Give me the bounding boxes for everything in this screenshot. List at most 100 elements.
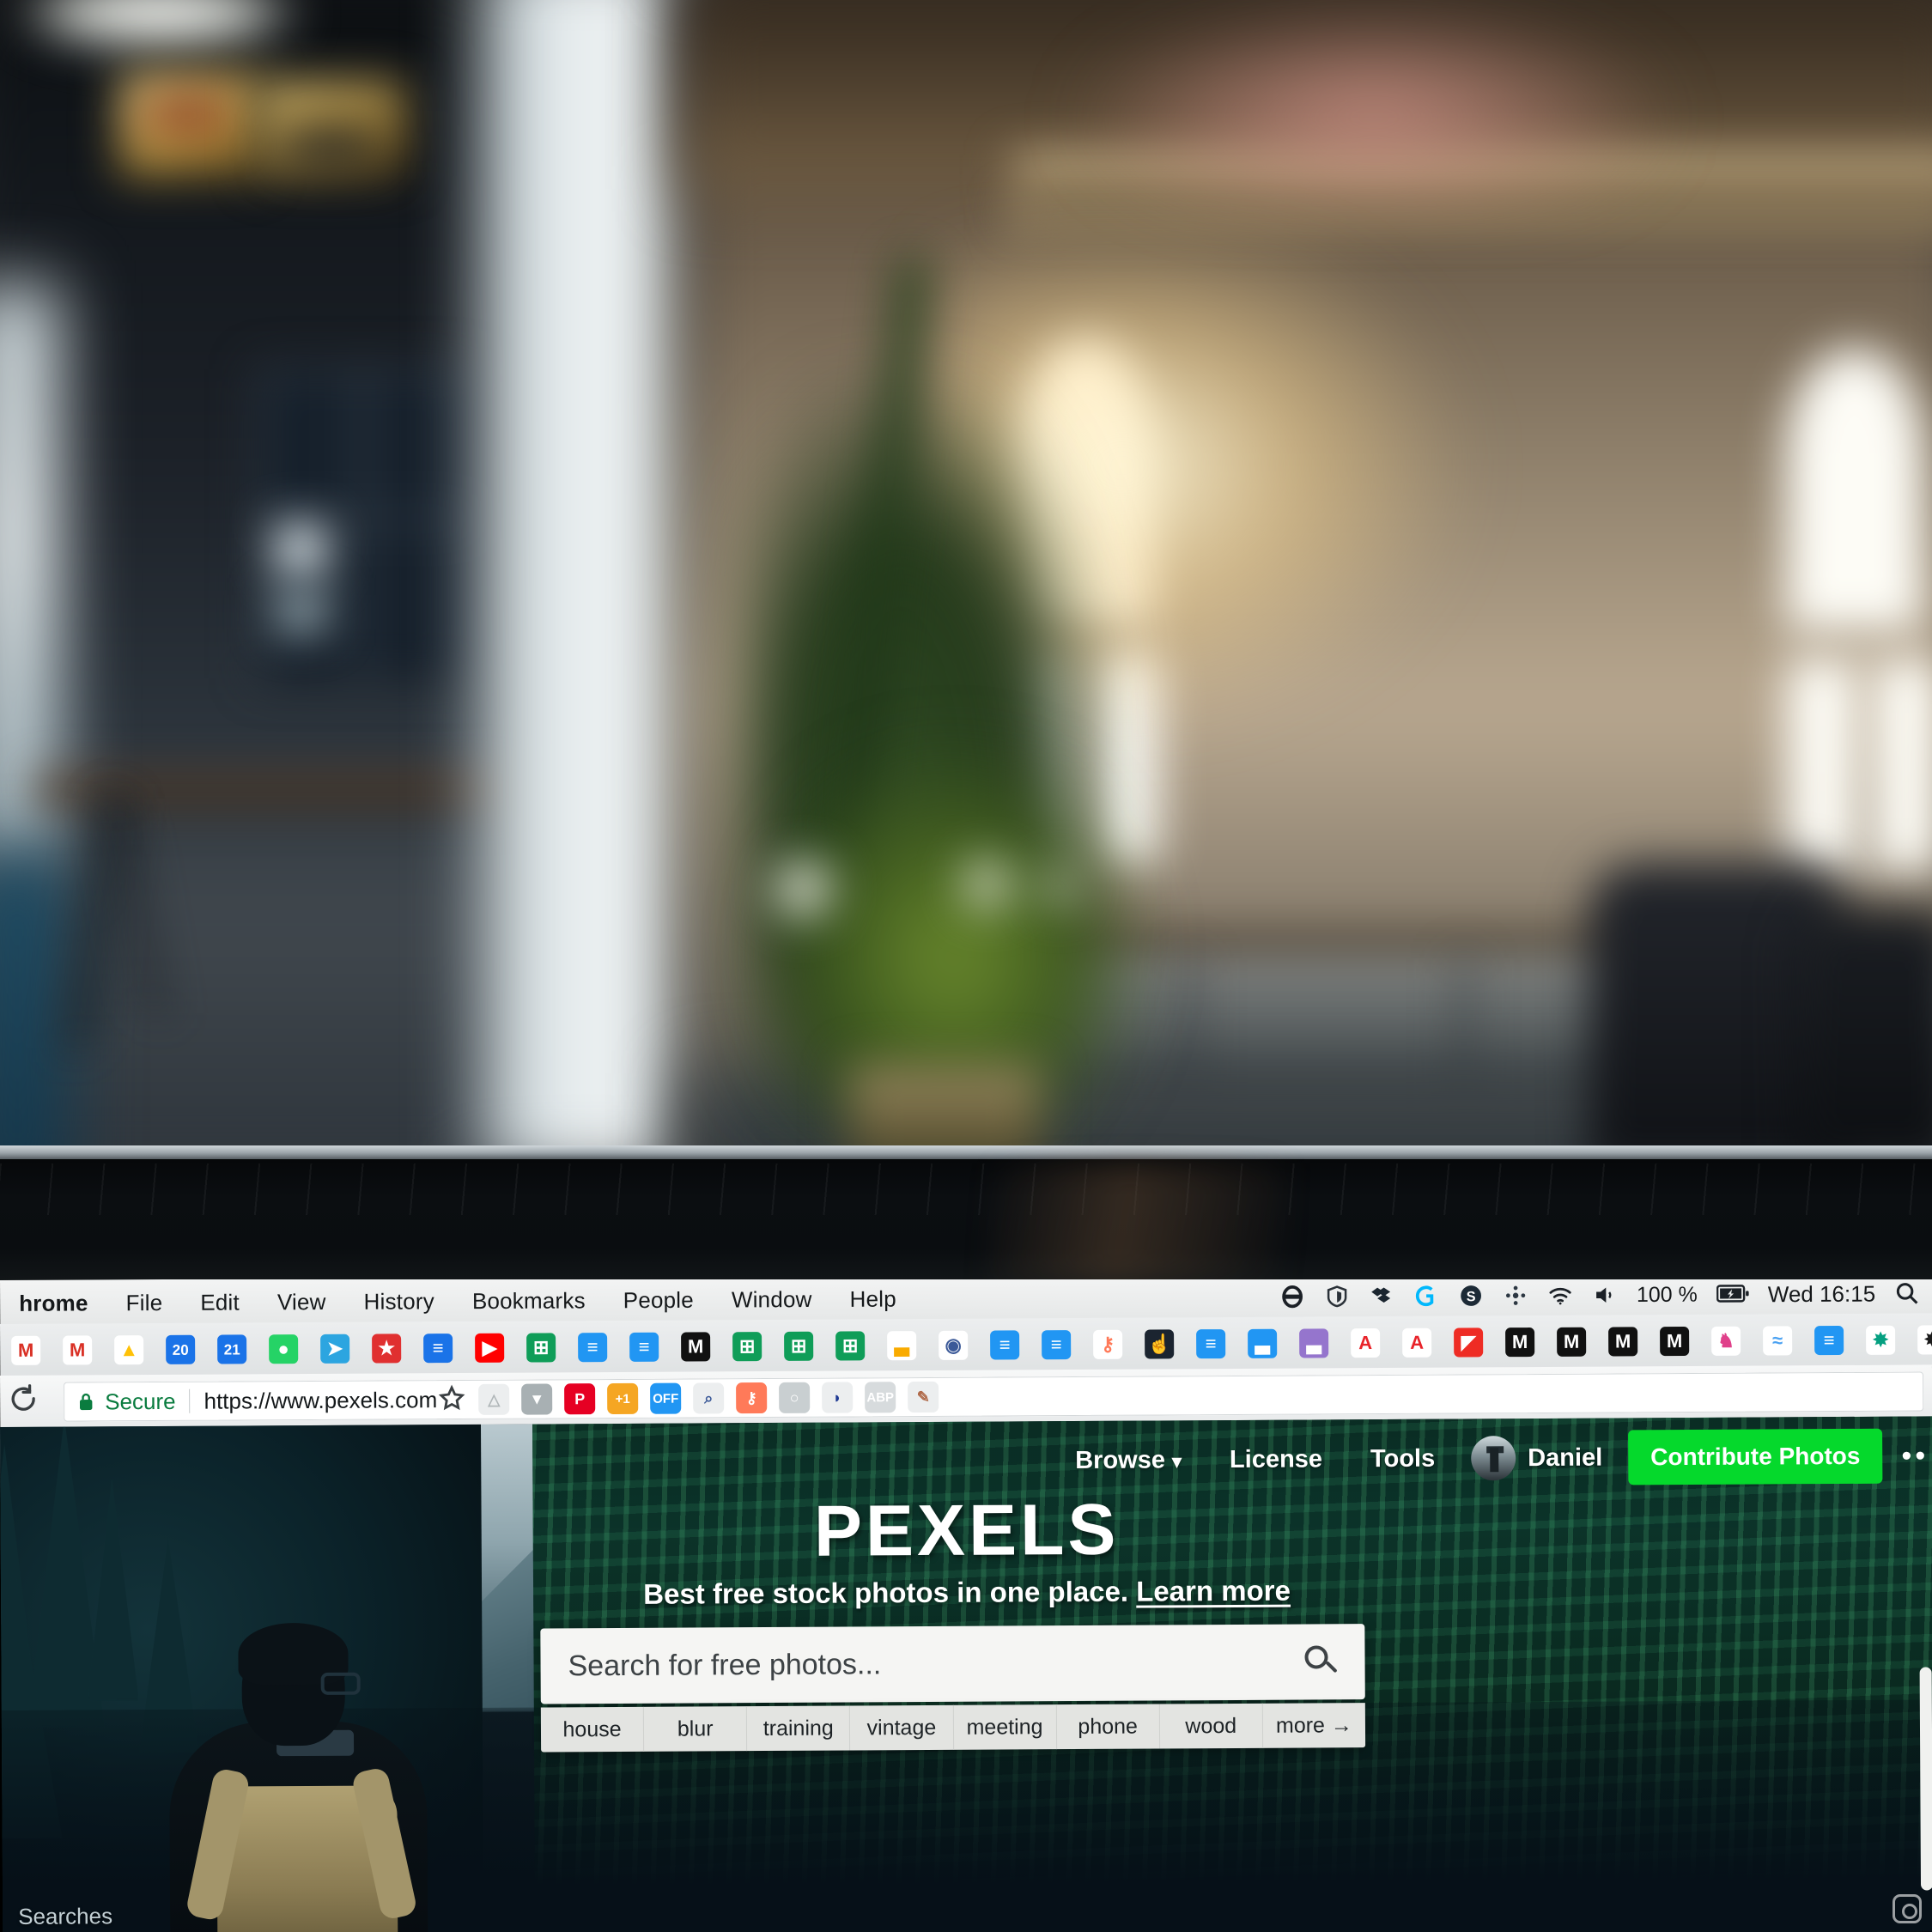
tag-more[interactable]: more → bbox=[1263, 1703, 1365, 1748]
logitech-icon[interactable] bbox=[1413, 1283, 1439, 1309]
reload-icon[interactable] bbox=[3, 1382, 43, 1421]
google-docs-bookmark[interactable]: ≡ bbox=[622, 1327, 666, 1367]
overflow-menu-icon[interactable]: •• bbox=[1901, 1439, 1929, 1473]
adobe-red-bookmark[interactable]: ◤ bbox=[1446, 1322, 1491, 1362]
bookmark-red[interactable]: ★ bbox=[364, 1328, 409, 1368]
chart-bookmark[interactable]: ▃ bbox=[1240, 1324, 1285, 1364]
google-docs-bookmark[interactable]: ≡ bbox=[1034, 1325, 1078, 1364]
pocket-extension-icon[interactable]: ▼ bbox=[521, 1383, 553, 1415]
avatar[interactable] bbox=[1471, 1436, 1516, 1481]
tag-blur[interactable]: blur bbox=[643, 1706, 748, 1752]
grey-extension-icon[interactable]: ○ bbox=[779, 1382, 811, 1413]
telegram-bookmark[interactable]: ➤ bbox=[313, 1329, 357, 1369]
page-scrollbar[interactable] bbox=[1919, 1667, 1932, 1891]
nav-tools[interactable]: Tools bbox=[1346, 1444, 1459, 1473]
star-icon[interactable] bbox=[437, 1382, 466, 1416]
medium-bookmark[interactable]: M bbox=[1498, 1322, 1542, 1362]
pinterest-extension-icon[interactable]: P bbox=[564, 1383, 596, 1415]
menu-bar-clock[interactable]: Wed 16:15 bbox=[1761, 1280, 1875, 1308]
steemit-bookmark[interactable]: ≈ bbox=[1755, 1321, 1800, 1360]
tag-training[interactable]: training bbox=[747, 1705, 851, 1752]
tag-house[interactable]: house bbox=[540, 1706, 645, 1753]
tag-phone[interactable]: phone bbox=[1056, 1704, 1160, 1750]
pexels-bookmark[interactable]: ✸ bbox=[1858, 1321, 1903, 1360]
medium-bookmark[interactable]: M bbox=[1601, 1321, 1645, 1361]
ceiling-light bbox=[17, 0, 301, 52]
drive-extension-icon[interactable]: △ bbox=[478, 1383, 510, 1415]
flux-icon[interactable] bbox=[1503, 1283, 1528, 1309]
menu-bar-items: hrome File Edit View History Bookmarks P… bbox=[0, 1285, 915, 1317]
google-docs-bookmark[interactable]: ≡ bbox=[1807, 1321, 1851, 1360]
plus-one-extension-icon[interactable]: +1 bbox=[607, 1382, 639, 1415]
gmail-bookmark[interactable]: M bbox=[55, 1330, 100, 1370]
menu-item-window[interactable]: Window bbox=[713, 1285, 831, 1313]
url-text[interactable]: https://www.pexels.com bbox=[204, 1387, 437, 1415]
menu-item-file[interactable]: File bbox=[107, 1289, 182, 1315]
medium-bookmark[interactable]: M bbox=[1549, 1322, 1594, 1362]
google-drive-bookmark[interactable]: ▲ bbox=[106, 1330, 151, 1370]
adobe-bookmark[interactable]: A bbox=[1394, 1323, 1439, 1363]
menu-item-chrome[interactable]: hrome bbox=[0, 1290, 107, 1317]
adobe-bookmark[interactable]: A bbox=[1343, 1323, 1388, 1363]
search-bar[interactable]: Search for free photos... bbox=[540, 1624, 1365, 1704]
menu-item-help[interactable]: Help bbox=[831, 1285, 915, 1313]
monitor-top-edge bbox=[0, 1145, 1932, 1159]
tag-meeting[interactable]: meeting bbox=[953, 1704, 1057, 1750]
google-docs-bookmark[interactable]: ≡ bbox=[416, 1328, 460, 1368]
search-icon[interactable] bbox=[1304, 1645, 1338, 1678]
skype-icon[interactable]: S bbox=[1458, 1283, 1484, 1309]
hubspot-extension-icon[interactable]: ⚷ bbox=[736, 1382, 768, 1414]
contribute-photos-button[interactable]: Contribute Photos bbox=[1628, 1428, 1883, 1485]
tag-wood[interactable]: wood bbox=[1159, 1703, 1263, 1749]
bezel-reflection bbox=[987, 1163, 1288, 1284]
battery-charging-icon[interactable] bbox=[1716, 1281, 1749, 1307]
menu-item-bookmarks[interactable]: Bookmarks bbox=[453, 1287, 605, 1315]
adblock-extension-icon[interactable]: ABP bbox=[865, 1382, 896, 1413]
google-sheets-bookmark[interactable]: ⊞ bbox=[828, 1326, 872, 1365]
stocks-icon[interactable] bbox=[1279, 1284, 1305, 1309]
google-sheets-bookmark[interactable]: ⊞ bbox=[519, 1327, 563, 1367]
camera-bookmark[interactable]: ✸ bbox=[1910, 1320, 1932, 1359]
window-pane bbox=[276, 592, 326, 631]
medium-bookmark[interactable]: M bbox=[1652, 1321, 1697, 1361]
address-bar[interactable]: Secure https://www.pexels.com △ ▼ P +1 OFF ⌕ ⚷… bbox=[64, 1371, 1924, 1422]
google-sheets-bookmark[interactable]: ⊞ bbox=[776, 1327, 821, 1366]
search-bookmark[interactable]: ◉ bbox=[931, 1326, 975, 1365]
nav-browse[interactable]: Browse ▾ bbox=[1051, 1446, 1206, 1475]
learn-more-link[interactable]: Learn more bbox=[1136, 1575, 1291, 1607]
gmail-bookmark[interactable]: M bbox=[3, 1331, 48, 1370]
blue-drop-extension-icon[interactable]: ◗ bbox=[822, 1382, 854, 1413]
google-sheets-bookmark[interactable]: ⊞ bbox=[725, 1327, 769, 1366]
horse-bookmark[interactable]: ♞ bbox=[1704, 1321, 1748, 1361]
chart-purple-bookmark[interactable]: ▃ bbox=[1291, 1323, 1336, 1363]
nav-username[interactable]: Daniel bbox=[1528, 1443, 1602, 1472]
off-toggle-extension-icon[interactable]: OFF bbox=[650, 1382, 682, 1414]
bokeh-light bbox=[962, 859, 1013, 910]
hubspot-bookmark[interactable]: ⚷ bbox=[1085, 1325, 1130, 1364]
google-docs-bookmark[interactable]: ≡ bbox=[1188, 1324, 1233, 1364]
google-docs-bookmark[interactable]: ≡ bbox=[570, 1327, 615, 1367]
nav-license[interactable]: License bbox=[1206, 1445, 1346, 1474]
google-calendar-20-bookmark[interactable]: 20 bbox=[158, 1330, 203, 1370]
shield-icon[interactable] bbox=[1324, 1284, 1350, 1309]
google-docs-bookmark[interactable]: ≡ bbox=[982, 1325, 1027, 1364]
dropbox-icon[interactable] bbox=[1369, 1283, 1394, 1309]
spotlight-search-icon[interactable] bbox=[1894, 1280, 1920, 1306]
volume-icon[interactable] bbox=[1592, 1282, 1618, 1308]
google-analytics-bookmark[interactable]: ▃ bbox=[879, 1326, 924, 1365]
whatsapp-bookmark[interactable]: ● bbox=[261, 1329, 306, 1369]
menu-item-edit[interactable]: Edit bbox=[181, 1289, 258, 1315]
tag-vintage[interactable]: vintage bbox=[850, 1704, 954, 1751]
search-input[interactable]: Search for free photos... bbox=[568, 1645, 1304, 1683]
notes-extension-icon[interactable]: ✎ bbox=[908, 1381, 939, 1413]
menu-item-people[interactable]: People bbox=[605, 1286, 713, 1314]
medium-bookmark[interactable]: M bbox=[673, 1327, 718, 1366]
magnifier-extension-icon[interactable]: ⌕ bbox=[693, 1382, 725, 1414]
dark-app-bookmark[interactable]: ☝ bbox=[1137, 1324, 1182, 1364]
dark-app-bookmark-glyph: ☝ bbox=[1145, 1329, 1175, 1359]
menu-item-view[interactable]: View bbox=[258, 1288, 345, 1315]
google-calendar-21-bookmark[interactable]: 21 bbox=[210, 1329, 254, 1369]
menu-item-history[interactable]: History bbox=[345, 1288, 453, 1315]
youtube-bookmark[interactable]: ▶ bbox=[467, 1328, 512, 1368]
wifi-icon[interactable] bbox=[1547, 1282, 1573, 1308]
